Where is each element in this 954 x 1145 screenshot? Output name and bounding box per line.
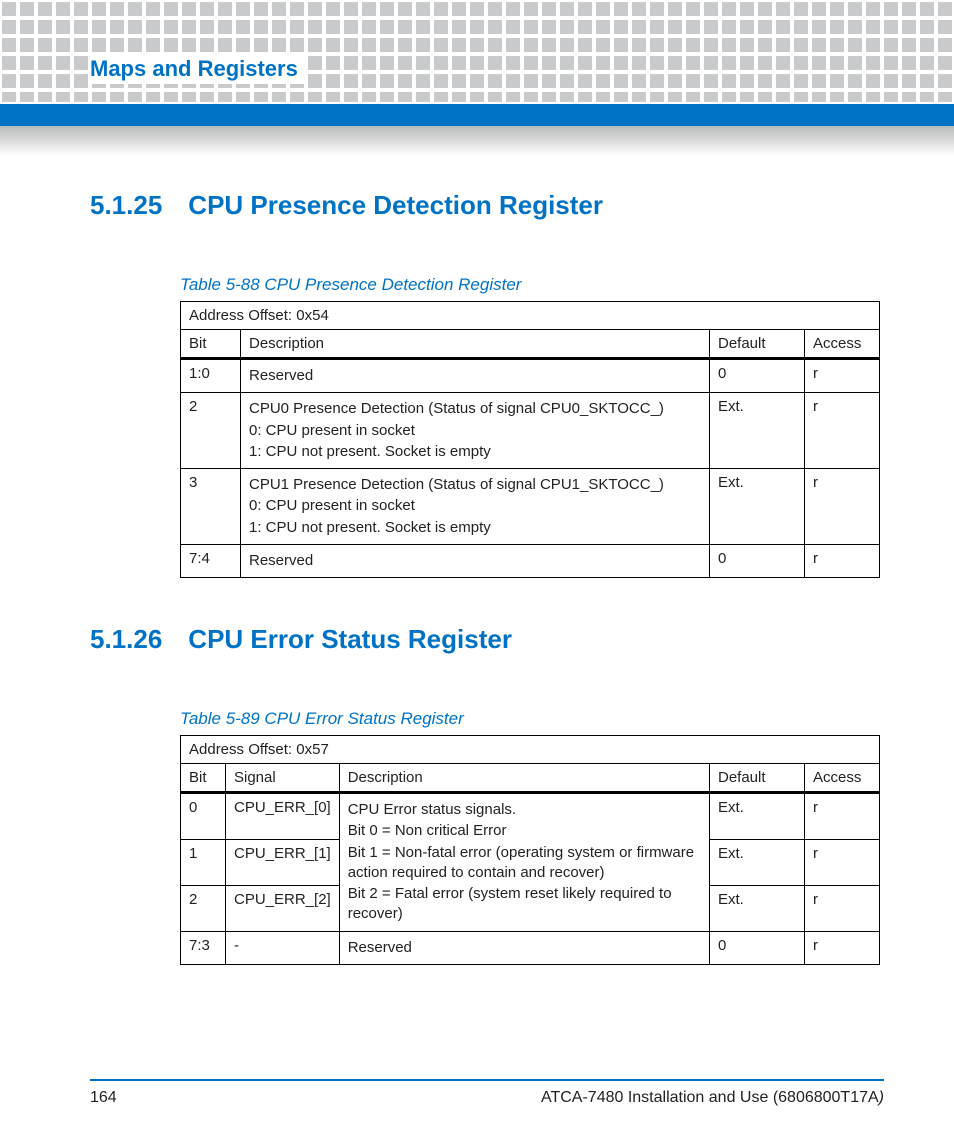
table-caption-5-88: Table 5-88 CPU Presence Detection Regist… [180,275,884,295]
table-row: 3 CPU1 Presence Detection (Status of sig… [181,469,880,545]
doc-reference: ATCA-7480 Installation and Use (6806800T… [541,1089,884,1107]
col-header-bit: Bit [181,764,226,793]
cell-bit: 7:4 [181,544,241,577]
cell-default: 0 [710,359,805,393]
cell-bit: 7:3 [181,931,226,964]
table-header-row: Bit Description Default Access [181,330,880,359]
cell-access: r [805,931,880,964]
table-5-89: Address Offset: 0x57 Bit Signal Descript… [180,735,880,965]
cell-bit: 2 [181,393,241,469]
chapter-title: Maps and Registers [90,56,298,81]
address-offset-cell: Address Offset: 0x57 [181,736,880,764]
cell-desc: Reserved [241,359,710,393]
cell-default: Ext. [710,885,805,931]
table-row: 0 CPU_ERR_[0] CPU Error status signals.B… [181,793,880,840]
cell-desc: Reserved [339,931,709,964]
col-header-default: Default [710,330,805,359]
cell-signal: - [226,931,340,964]
section-number: 5.1.25 [90,190,162,221]
page-header-title: Maps and Registers [90,56,308,84]
cell-signal: CPU_ERR_[1] [226,840,340,886]
cell-default: Ext. [710,469,805,545]
section-heading-5-1-25: 5.1.25 CPU Presence Detection Register [90,190,884,221]
cell-signal: CPU_ERR_[0] [226,793,340,840]
cell-desc-shared: CPU Error status signals.Bit 0 = Non cri… [339,793,709,932]
cell-access: r [805,469,880,545]
col-header-description: Description [241,330,710,359]
cell-access: r [805,885,880,931]
section-heading-5-1-26: 5.1.26 CPU Error Status Register [90,624,884,655]
cell-access: r [805,544,880,577]
col-header-default: Default [710,764,805,793]
header-blue-bar [0,104,954,126]
table-row: 2 CPU0 Presence Detection (Status of sig… [181,393,880,469]
cell-default: Ext. [710,840,805,886]
table-row: 7:4 Reserved 0 r [181,544,880,577]
cell-desc: CPU0 Presence Detection (Status of signa… [241,393,710,469]
cell-default: Ext. [710,793,805,840]
table-header-row: Bit Signal Description Default Access [181,764,880,793]
cell-desc: CPU1 Presence Detection (Status of signa… [241,469,710,545]
cell-bit: 1:0 [181,359,241,393]
header-pattern [0,0,954,102]
table-row: 7:3 - Reserved 0 r [181,931,880,964]
section-title: CPU Presence Detection Register [188,190,603,221]
cell-bit: 3 [181,469,241,545]
cell-default: 0 [710,931,805,964]
page-content: 5.1.25 CPU Presence Detection Register T… [90,180,884,965]
table-row: 1:0 Reserved 0 r [181,359,880,393]
col-header-access: Access [805,764,880,793]
cell-access: r [805,793,880,840]
cell-access: r [805,359,880,393]
cell-access: r [805,840,880,886]
page-footer: 164 ATCA-7480 Installation and Use (6806… [90,1079,884,1107]
cell-desc: Reserved [241,544,710,577]
section-number: 5.1.26 [90,624,162,655]
table-row-address-offset: Address Offset: 0x57 [181,736,880,764]
header-gradient-bar [0,126,954,156]
table-caption-5-89: Table 5-89 CPU Error Status Register [180,709,884,729]
section-title: CPU Error Status Register [188,624,512,655]
cell-bit: 2 [181,885,226,931]
cell-bit: 0 [181,793,226,840]
cell-bit: 1 [181,840,226,886]
table-5-88: Address Offset: 0x54 Bit Description Def… [180,301,880,578]
cell-default: Ext. [710,393,805,469]
cell-signal: CPU_ERR_[2] [226,885,340,931]
address-offset-cell: Address Offset: 0x54 [181,302,880,330]
table-row-address-offset: Address Offset: 0x54 [181,302,880,330]
cell-default: 0 [710,544,805,577]
col-header-signal: Signal [226,764,340,793]
col-header-access: Access [805,330,880,359]
page-number: 164 [90,1089,117,1107]
col-header-bit: Bit [181,330,241,359]
col-header-description: Description [339,764,709,793]
cell-access: r [805,393,880,469]
